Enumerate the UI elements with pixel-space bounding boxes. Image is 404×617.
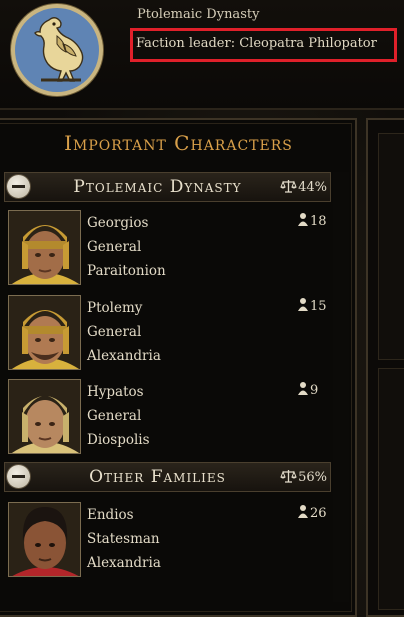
collapse-icon[interactable] xyxy=(7,175,30,198)
character-portrait[interactable] xyxy=(8,295,81,370)
character-info: Ptolemy General Alexandria xyxy=(87,296,161,368)
panel-title: Important Characters xyxy=(64,131,293,155)
character-role: Statesman xyxy=(87,531,160,547)
right-panel-lower-box xyxy=(378,368,404,610)
character-portrait[interactable] xyxy=(8,502,81,577)
character-location: Alexandria xyxy=(87,555,161,571)
character-card[interactable]: Georgios General Paraitonion 18 xyxy=(8,210,328,287)
character-role: General xyxy=(87,408,142,424)
faction-leader-label: Faction leader: xyxy=(136,36,236,51)
influence-bust-icon xyxy=(298,213,308,226)
character-location: Alexandria xyxy=(87,348,161,364)
faction-name: Ptolemaic Dynasty xyxy=(137,7,260,22)
balance-scale-icon xyxy=(280,470,297,483)
right-panel-upper-box xyxy=(378,133,404,360)
character-influence: 9 xyxy=(297,381,318,398)
character-name: Endios xyxy=(87,507,134,523)
character-info: Georgios General Paraitonion xyxy=(87,211,166,283)
group-header-other-families[interactable]: Other Families 56% xyxy=(4,462,331,492)
group-power-share: 44% xyxy=(280,179,327,195)
faction-header: Ptolemaic Dynasty Faction leader: Cleopa… xyxy=(0,0,404,110)
character-influence: 15 xyxy=(297,297,327,314)
character-name: Hypatos xyxy=(87,384,144,400)
influence-bust-icon xyxy=(298,505,308,518)
character-role: General xyxy=(87,239,142,255)
character-portrait[interactable] xyxy=(8,379,81,454)
character-card[interactable]: Endios Statesman Alexandria 26 xyxy=(8,502,328,579)
eagle-emblem-icon xyxy=(34,17,84,82)
group-name: Ptolemaic Dynasty xyxy=(73,177,242,197)
character-location: Diospolis xyxy=(87,432,150,448)
character-info: Endios Statesman Alexandria xyxy=(87,503,161,575)
scrollbar-track[interactable] xyxy=(333,172,349,602)
character-name: Ptolemy xyxy=(87,300,143,316)
character-portrait[interactable] xyxy=(8,210,81,285)
faction-leader: Faction leader: Cleopatra Philopator xyxy=(136,36,377,51)
influence-bust-icon xyxy=(298,298,308,311)
group-power-share: 56% xyxy=(280,469,327,485)
group-header-ptolemaic[interactable]: Ptolemaic Dynasty 44% xyxy=(4,172,331,202)
character-role: General xyxy=(87,324,142,340)
character-card[interactable]: Ptolemy General Alexandria 15 xyxy=(8,295,328,372)
group-name: Other Families xyxy=(89,467,226,487)
character-name: Georgios xyxy=(87,215,149,231)
character-location: Paraitonion xyxy=(87,263,166,279)
character-info: Hypatos General Diospolis xyxy=(87,380,150,452)
character-card[interactable]: Hypatos General Diospolis 9 xyxy=(8,379,328,456)
character-influence: 26 xyxy=(297,504,327,521)
collapse-icon[interactable] xyxy=(7,465,30,488)
character-influence: 18 xyxy=(297,212,327,229)
influence-bust-icon xyxy=(298,382,308,395)
faction-emblem[interactable] xyxy=(11,4,103,96)
balance-scale-icon xyxy=(280,180,297,193)
faction-leader-name[interactable]: Cleopatra Philopator xyxy=(239,36,377,51)
